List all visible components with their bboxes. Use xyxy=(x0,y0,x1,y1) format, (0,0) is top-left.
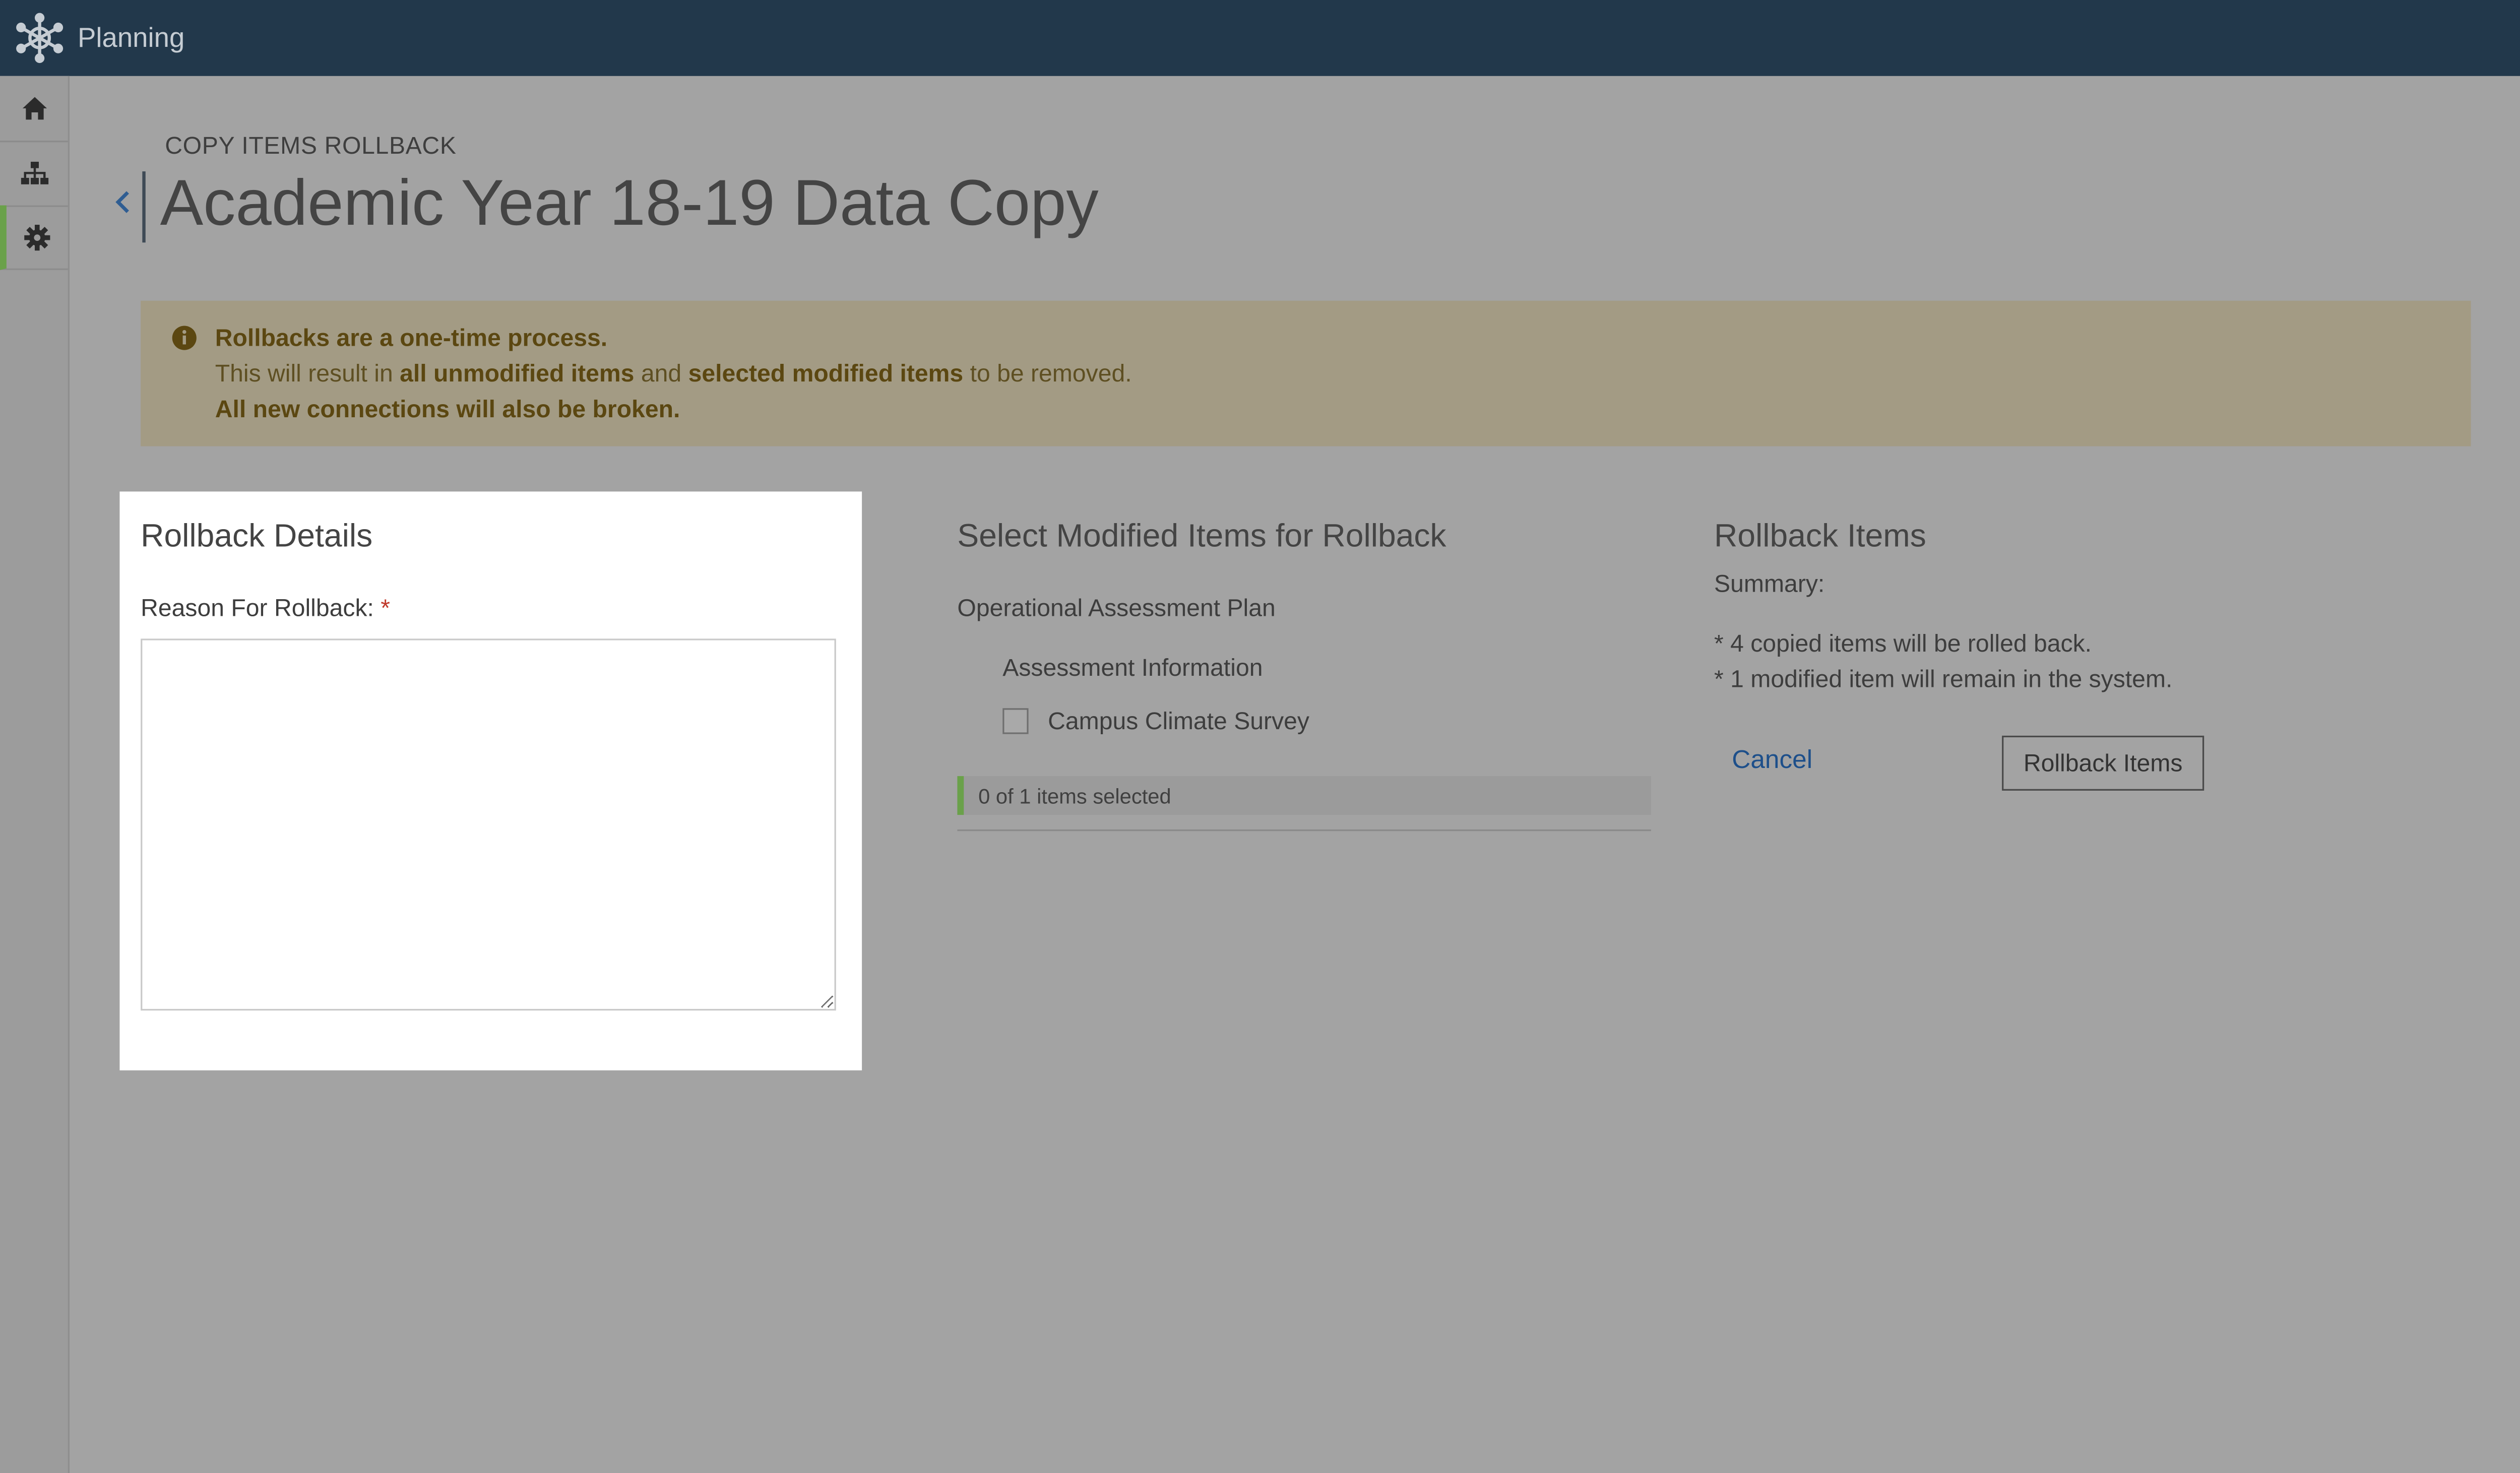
side-nav xyxy=(0,76,70,1473)
selection-count-text: 0 of 1 items selected xyxy=(978,784,1171,809)
reason-label-text: Reason For Rollback: xyxy=(141,595,374,623)
nav-structure-button[interactable] xyxy=(0,141,68,207)
required-asterisk: * xyxy=(381,595,391,623)
summary-label: Summary: xyxy=(1714,570,1825,599)
alert-line-2-bold-selected: selected modified items xyxy=(688,360,964,389)
cancel-link[interactable]: Cancel xyxy=(1732,747,1812,776)
rollback-items-button[interactable]: Rollback Items xyxy=(2002,735,2204,791)
rollback-items-heading: Rollback Items xyxy=(1714,519,1926,555)
title-divider xyxy=(142,171,146,243)
summary-line-copied: * 4 copied items will be rolled back. xyxy=(1714,630,2092,658)
info-icon xyxy=(172,326,197,350)
reason-label: Reason For Rollback: * xyxy=(141,595,390,623)
planning-logo-icon[interactable] xyxy=(13,11,67,65)
select-items-heading: Select Modified Items for Rollback xyxy=(957,519,1446,555)
alert-line-2-pre: This will result in xyxy=(215,360,400,389)
campus-climate-survey-label[interactable]: Campus Climate Survey xyxy=(1048,708,1309,736)
back-chevron-icon[interactable] xyxy=(110,183,139,222)
home-icon xyxy=(22,97,46,120)
group-operational-assessment-plan: Operational Assessment Plan xyxy=(957,595,1276,623)
nav-home-button[interactable] xyxy=(0,76,68,143)
campus-climate-survey-checkbox[interactable] xyxy=(1002,708,1029,734)
alert-line-1-text: Rollbacks are a one-time process. xyxy=(215,325,608,353)
alert-line-2-bold-unmodified: all unmodified items xyxy=(400,360,635,389)
alert-line-2-post: to be removed. xyxy=(963,360,1132,389)
alert-line-2-mid: and xyxy=(634,360,688,389)
alert-line-3: All new connections will also be broken. xyxy=(215,396,680,424)
breadcrumb: COPY ITEMS ROLLBACK xyxy=(165,133,457,160)
app-root: Planning COPY ITEMS ROLLBACK Academic Ye… xyxy=(0,0,2520,1473)
summary-line-modified: * 1 modified item will remain in the sys… xyxy=(1714,666,2173,694)
app-name: Planning xyxy=(78,22,185,53)
rollback-details-heading: Rollback Details xyxy=(141,519,373,555)
page-title: Academic Year 18-19 Data Copy xyxy=(160,168,1099,239)
subgroup-assessment-information: Assessment Information xyxy=(1002,655,1263,682)
reason-textarea[interactable] xyxy=(141,638,836,1011)
top-bar: Planning xyxy=(0,0,2520,76)
alert-line-1: Rollbacks are a one-time process. xyxy=(215,325,607,353)
nav-settings-button[interactable] xyxy=(0,205,68,270)
sitemap-icon xyxy=(20,161,48,184)
gear-icon xyxy=(24,224,50,250)
selection-divider xyxy=(957,829,1651,831)
alert-line-2: This will result in all unmodified items… xyxy=(215,360,1132,388)
alert-line-3-text: All new connections will also be broken. xyxy=(215,396,680,424)
